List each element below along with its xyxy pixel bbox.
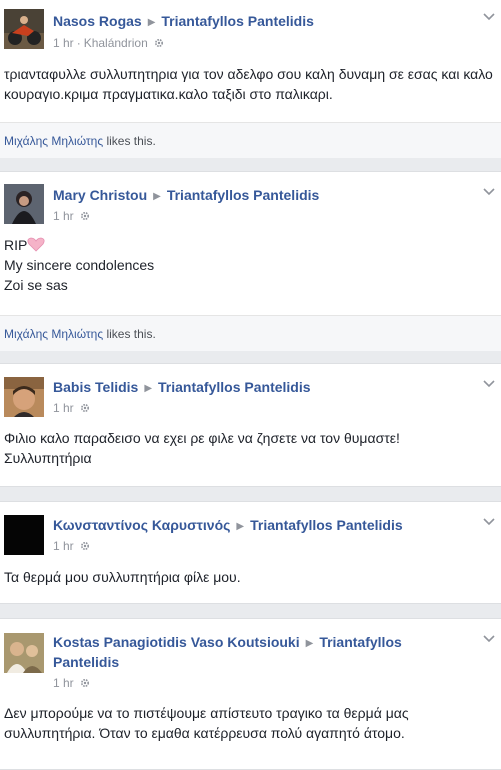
location-link[interactable]: Khalándrion [84, 36, 148, 50]
likes-text: likes this. [103, 134, 156, 148]
timestamp[interactable]: 1 hr [53, 539, 74, 553]
target-link[interactable]: Triantafyllos Pantelidis [161, 13, 314, 29]
gear-icon[interactable] [80, 211, 90, 221]
target-link[interactable]: Triantafyllos [319, 634, 401, 650]
post-mary-christou: Mary Christou ▶ Triantafyllos Pantelidis 1… [0, 171, 501, 351]
chevron-down-icon[interactable] [483, 188, 495, 196]
arrow-right-icon: ▶ [305, 638, 314, 649]
liker-link[interactable]: Μιχάλης Μηλιώτης [4, 134, 103, 148]
post-header: Mary Christou ▶ Triantafyllos Pantelidis [53, 186, 475, 206]
post-text: Φιλιο καλο παραδεισο να εχει ρε φιλε να … [4, 428, 495, 468]
post-konstantinos: Κωνσταντίνος Καρυστινός ▶ Triantafyllos Pa… [0, 501, 501, 604]
chevron-down-icon[interactable] [483, 380, 495, 388]
post-text: RIP My sincere condolences Zoi se sas [4, 235, 495, 295]
timestamp[interactable]: 1 hr [53, 36, 74, 50]
likes-bar: Μιχάλης Μηλιώτης likes this. [0, 122, 501, 158]
timestamp[interactable]: 1 hr [53, 401, 74, 415]
post-meta: 1 hr [53, 401, 90, 416]
arrow-right-icon: ▶ [153, 191, 161, 202]
text-line: My sincere condolences [4, 257, 155, 273]
gear-icon[interactable] [80, 403, 90, 413]
separator: · [76, 36, 81, 50]
gear-icon[interactable] [154, 38, 164, 48]
avatar[interactable] [4, 633, 44, 673]
arrow-right-icon: ▶ [236, 521, 245, 532]
likes-text: likes this. [103, 327, 156, 341]
avatar[interactable] [4, 515, 44, 555]
post-nasos-rogas: Nasos Rogas ▶ Triantafyllos Pantelidis 1 h… [0, 0, 501, 158]
text-line: Συλλυπητήρια [4, 450, 92, 466]
gear-icon[interactable] [80, 541, 90, 551]
avatar[interactable] [4, 184, 44, 224]
avatar[interactable] [4, 9, 44, 49]
text-line: Δεν μπορούμε να το πιστέψουμε απίστευτο … [4, 705, 409, 721]
post-text: Τα θερμά μου συλλυπητήρια φίλε μου. [4, 569, 241, 585]
target-link[interactable]: Triantafyllos Pantelidis [250, 517, 403, 533]
target-link[interactable]: Triantafyllos Pantelidis [158, 379, 311, 395]
author-link[interactable]: Nasos Rogas [53, 13, 142, 29]
post-header: Κωνσταντίνος Καρυστινός ▶ Triantafyllos Pa… [53, 516, 475, 536]
chevron-down-icon[interactable] [483, 518, 495, 526]
text-line: Φιλιο καλο παραδεισο να εχει ρε φιλε να … [4, 430, 400, 446]
post-text: Δεν μπορούμε να το πιστέψουμε απίστευτο … [4, 703, 495, 743]
arrow-right-icon: ▶ [144, 383, 153, 394]
liker-link[interactable]: Μιχάλης Μηλιώτης [4, 327, 103, 341]
gear-icon[interactable] [80, 678, 90, 688]
post-meta: 1 hr · Khalándrion [53, 36, 164, 51]
chevron-down-icon[interactable] [483, 13, 495, 21]
text-line: RIP [4, 235, 495, 255]
post-header: Babis Telidis ▶ Triantafyllos Pantelidis [53, 378, 475, 398]
author-link[interactable]: Kostas Panagiotidis Vaso Koutsiouki [53, 634, 300, 650]
arrow-right-icon: ▶ [147, 17, 156, 28]
target-link-continued[interactable]: Pantelidis [53, 654, 119, 670]
post-meta: 1 hr [53, 539, 90, 554]
timestamp[interactable]: 1 hr [53, 676, 74, 690]
timestamp[interactable]: 1 hr [53, 209, 74, 223]
author-link[interactable]: Κωνσταντίνος Καρυστινός [53, 517, 230, 533]
post-babis-telidis: Babis Telidis ▶ Triantafyllos Pantelidis 1… [0, 363, 501, 487]
target-link[interactable]: Triantafyllos Pantelidis [167, 187, 320, 203]
post-text: τριανταφυλλε συλλυπητηρια για τον αδελφο… [4, 66, 493, 102]
author-link[interactable]: Babis Telidis [53, 379, 138, 395]
post-kostas-vaso: Kostas Panagiotidis Vaso Koutsiouki ▶ Tria… [0, 618, 501, 770]
post-meta: 1 hr [53, 676, 90, 691]
chevron-down-icon[interactable] [483, 635, 495, 643]
likes-bar: Μιχάλης Μηλιώτης likes this. [0, 315, 501, 351]
text-line: συλλυπητήρια. Όταν το εμαθα κατέρρευσα π… [4, 725, 405, 741]
post-meta: 1 hr [53, 209, 90, 224]
avatar[interactable] [4, 377, 44, 417]
rip-text: RIP [4, 237, 28, 253]
post-header: Nasos Rogas ▶ Triantafyllos Pantelidis [53, 12, 475, 32]
text-line: Zoi se sas [4, 277, 68, 293]
heart-icon [27, 237, 45, 252]
post-header: Kostas Panagiotidis Vaso Koutsiouki ▶ Tria… [53, 633, 475, 671]
author-link[interactable]: Mary Christou [53, 187, 147, 203]
